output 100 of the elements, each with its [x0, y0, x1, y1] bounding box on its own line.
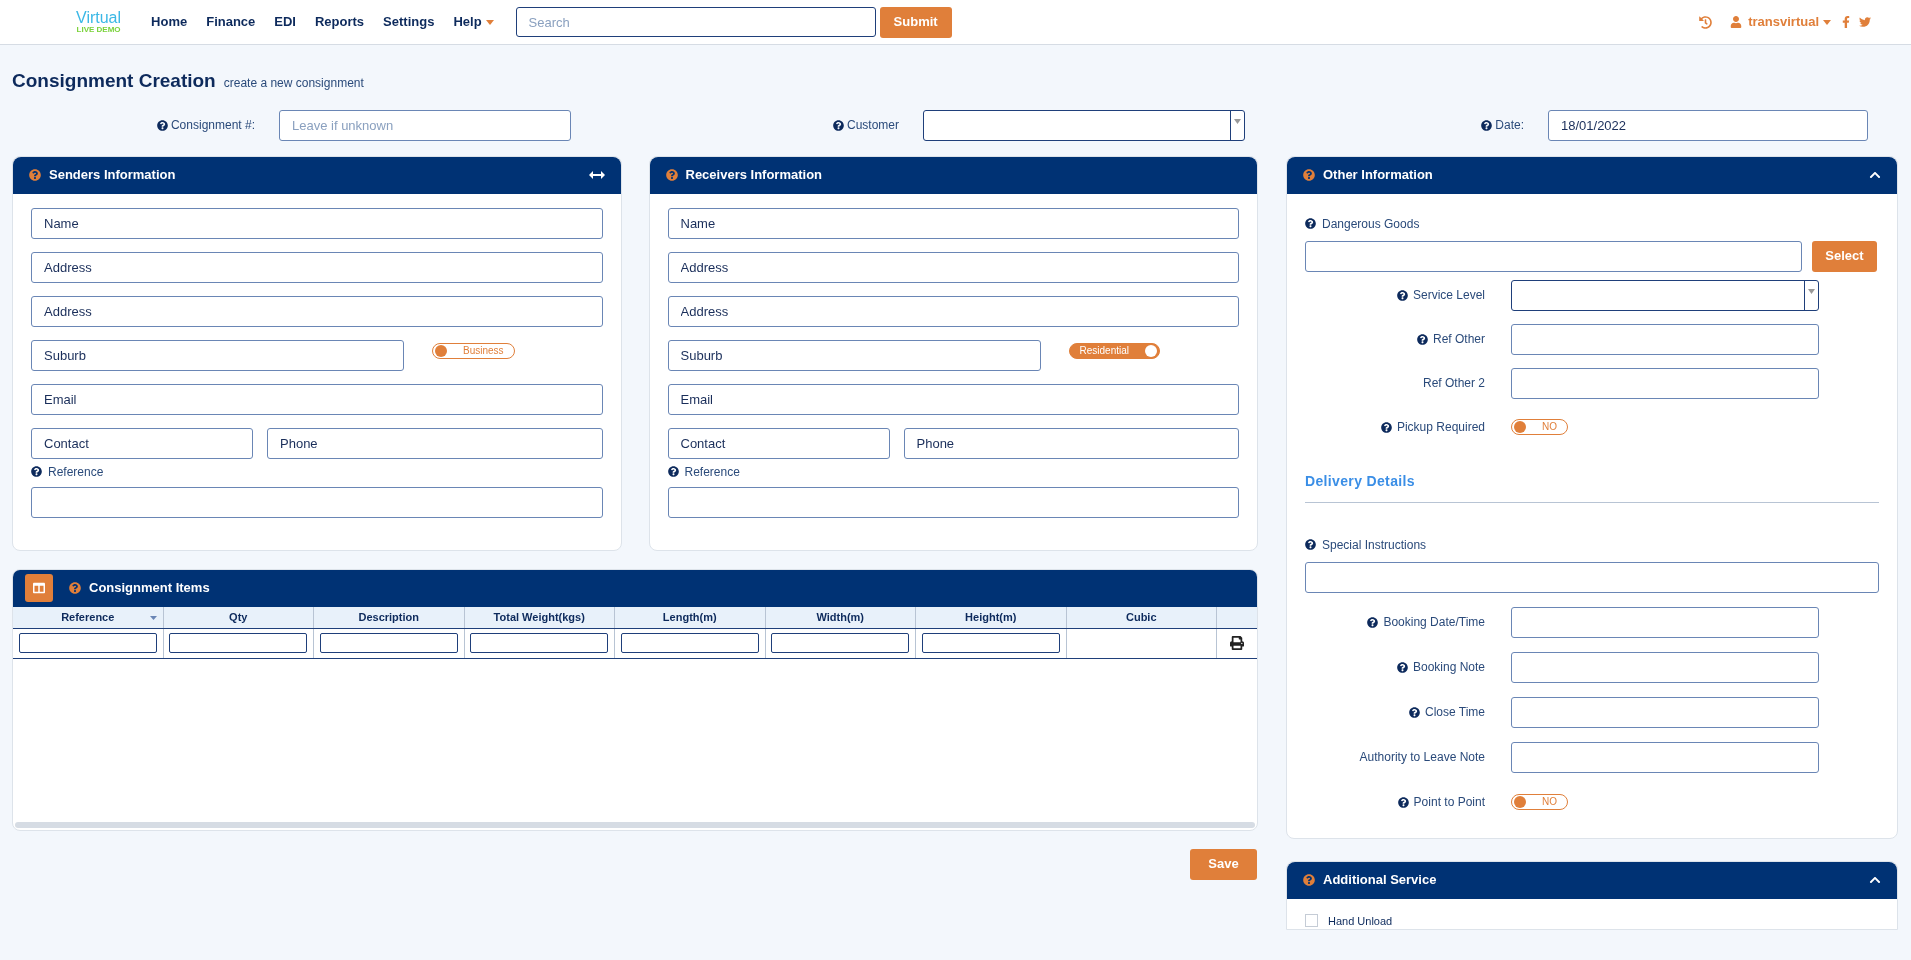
- facebook-icon[interactable]: [1841, 16, 1851, 28]
- panel-title: Additional Service: [1323, 871, 1437, 890]
- panel-title: Senders Information: [49, 166, 176, 185]
- collapse-icon[interactable]: [1869, 874, 1881, 886]
- input-field[interactable]: Email: [31, 383, 603, 415]
- help-icon[interactable]: [1380, 421, 1392, 433]
- input-field[interactable]: Phone: [903, 427, 1239, 459]
- table-input[interactable]: [319, 633, 458, 653]
- select-field[interactable]: [1511, 279, 1819, 311]
- input-field[interactable]: [1511, 367, 1819, 399]
- history-icon[interactable]: [1699, 15, 1713, 29]
- panel-title: Other Information: [1323, 166, 1433, 185]
- input-field[interactable]: Address: [667, 295, 1239, 327]
- table-input[interactable]: [771, 633, 910, 653]
- help-icon[interactable]: [31, 466, 42, 477]
- field-label: Point to Point: [1413, 794, 1485, 811]
- input-field[interactable]: 18/01/2022: [1548, 109, 1868, 141]
- input-field[interactable]: [1511, 606, 1819, 638]
- nav-link[interactable]: Finance: [206, 12, 256, 32]
- table-input[interactable]: [169, 633, 308, 653]
- field-label: Date:: [1495, 117, 1524, 134]
- nav-link[interactable]: EDI: [274, 12, 296, 32]
- column-header[interactable]: Width(m): [765, 606, 916, 628]
- input-field[interactable]: [1305, 561, 1879, 593]
- field-label: Booking Note: [1412, 659, 1485, 676]
- field-label: Reference: [48, 463, 104, 481]
- input-field[interactable]: Contact: [667, 427, 890, 459]
- column-header[interactable]: Total Weight(kgs): [464, 606, 615, 628]
- help-icon[interactable]: [156, 119, 168, 131]
- panel-title: Consignment Items: [89, 579, 210, 598]
- input-field[interactable]: Suburb: [667, 339, 1041, 371]
- help-icon[interactable]: [1396, 289, 1408, 301]
- twitter-icon[interactable]: [1859, 16, 1871, 28]
- help-icon[interactable]: [1367, 616, 1379, 628]
- collapse-icon[interactable]: [1869, 169, 1881, 181]
- columns-button[interactable]: [25, 574, 53, 602]
- help-icon[interactable]: [667, 466, 679, 477]
- input-field[interactable]: Address: [31, 295, 603, 327]
- field-label: Ref Other: [1432, 331, 1485, 348]
- columns-icon: [33, 582, 45, 594]
- help-icon[interactable]: [833, 119, 844, 131]
- section-title: Delivery Details: [1305, 470, 1879, 503]
- help-icon[interactable]: [1396, 661, 1408, 673]
- search-field[interactable]: Search: [515, 7, 876, 37]
- input-field[interactable]: Address: [667, 251, 1239, 283]
- caret-icon: [1234, 118, 1241, 124]
- nav-link[interactable]: Help: [453, 12, 494, 32]
- column-header[interactable]: Qty: [163, 606, 314, 628]
- field-label: Customer: [847, 117, 899, 134]
- column-header[interactable]: Description: [314, 606, 465, 628]
- table-input[interactable]: [18, 633, 157, 653]
- input-field[interactable]: [1305, 240, 1802, 272]
- input-field[interactable]: [1511, 696, 1819, 728]
- field-label: Booking Date/Time: [1383, 614, 1485, 631]
- field-label: Authority to Leave Note: [1359, 749, 1485, 766]
- print-icon[interactable]: [1230, 636, 1244, 650]
- help-icon[interactable]: [1305, 539, 1316, 550]
- caret-icon: [1823, 19, 1831, 25]
- help-icon[interactable]: [1481, 119, 1493, 131]
- column-header[interactable]: Length(m): [615, 606, 766, 628]
- table-input[interactable]: [470, 633, 609, 653]
- nav-link[interactable]: Home: [151, 12, 188, 32]
- help-icon[interactable]: [1408, 706, 1420, 718]
- input-field[interactable]: Phone: [267, 427, 603, 459]
- field-label: Service Level: [1412, 287, 1485, 304]
- caret-icon: [1808, 288, 1815, 294]
- input-field[interactable]: Email: [667, 383, 1239, 415]
- field-label: Dangerous Goods: [1322, 215, 1420, 233]
- help-icon[interactable]: [1305, 218, 1316, 229]
- checkbox[interactable]: [1305, 914, 1318, 928]
- help-icon[interactable]: [1416, 333, 1428, 345]
- field-label: Reference: [684, 463, 740, 481]
- user-icon[interactable]: [1730, 16, 1743, 28]
- input-field[interactable]: [31, 486, 603, 518]
- column-header[interactable]: Height(m): [916, 606, 1067, 628]
- help-icon[interactable]: [1397, 796, 1409, 808]
- input-field[interactable]: [667, 486, 1239, 518]
- input-field[interactable]: [1511, 651, 1819, 683]
- input-field[interactable]: Name: [667, 207, 1239, 239]
- table-input[interactable]: [921, 633, 1060, 653]
- select-field[interactable]: [923, 109, 1245, 141]
- nav-link[interactable]: Reports: [315, 12, 365, 32]
- panel-title: Receivers Information: [685, 166, 823, 185]
- nav-link[interactable]: Settings: [383, 12, 435, 32]
- input-field[interactable]: Leave if unknown: [279, 109, 571, 141]
- field-label: Ref Other 2: [1422, 375, 1485, 392]
- input-field[interactable]: Address: [31, 251, 603, 283]
- input-field[interactable]: [1511, 741, 1819, 773]
- page-title: Consignment Creation: [12, 69, 216, 93]
- column-header[interactable]: Reference: [13, 606, 164, 628]
- input-field[interactable]: [1511, 323, 1819, 355]
- input-field[interactable]: Contact: [31, 427, 253, 459]
- checkbox-label: Hand Unload: [1328, 913, 1393, 929]
- table-input[interactable]: [620, 633, 759, 653]
- column-header[interactable]: Cubic: [1066, 606, 1217, 628]
- field-label: Close Time: [1424, 704, 1485, 721]
- input-field[interactable]: Name: [31, 207, 603, 239]
- scrollbar[interactable]: [15, 821, 1255, 828]
- expand-arrows-icon[interactable]: [588, 171, 605, 179]
- input-field[interactable]: Suburb: [31, 339, 404, 371]
